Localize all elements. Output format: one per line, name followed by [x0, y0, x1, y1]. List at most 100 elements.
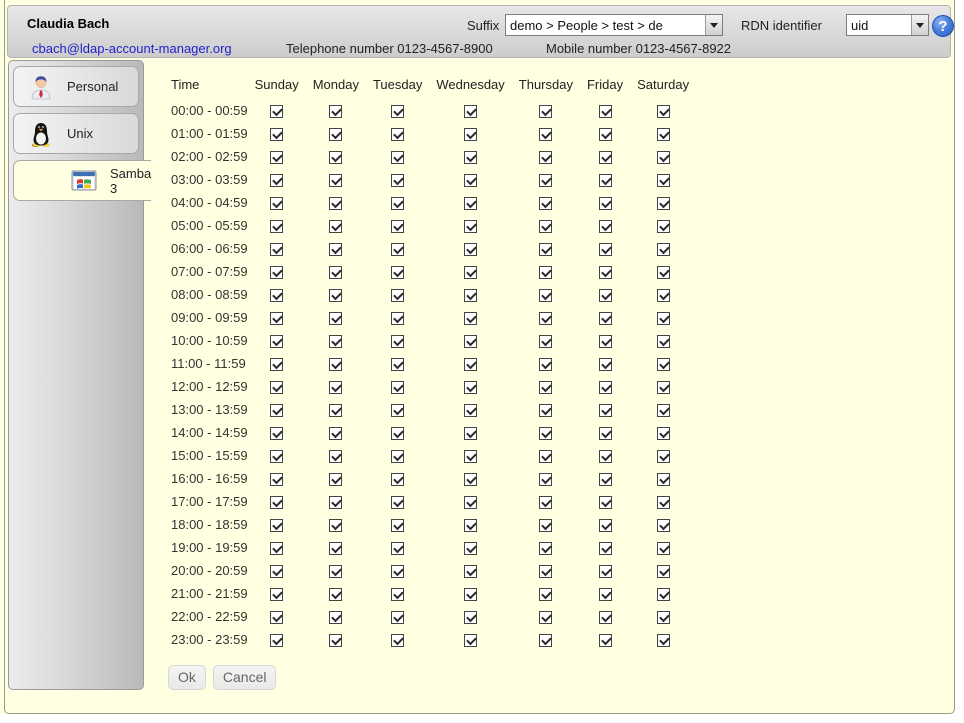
logon-hour-checkbox[interactable] — [657, 565, 670, 578]
logon-hour-checkbox[interactable] — [539, 634, 552, 647]
logon-hour-checkbox[interactable] — [270, 266, 283, 279]
logon-hour-checkbox[interactable] — [329, 243, 342, 256]
logon-hour-checkbox[interactable] — [464, 381, 477, 394]
logon-hour-checkbox[interactable] — [657, 358, 670, 371]
logon-hour-checkbox[interactable] — [391, 266, 404, 279]
logon-hour-checkbox[interactable] — [329, 197, 342, 210]
logon-hour-checkbox[interactable] — [657, 542, 670, 555]
logon-hour-checkbox[interactable] — [599, 335, 612, 348]
logon-hour-checkbox[interactable] — [270, 312, 283, 325]
logon-hour-checkbox[interactable] — [539, 105, 552, 118]
logon-hour-checkbox[interactable] — [539, 496, 552, 509]
logon-hour-checkbox[interactable] — [657, 312, 670, 325]
logon-hour-checkbox[interactable] — [464, 542, 477, 555]
logon-hour-checkbox[interactable] — [539, 220, 552, 233]
logon-hour-checkbox[interactable] — [329, 450, 342, 463]
logon-hour-checkbox[interactable] — [270, 243, 283, 256]
logon-hour-checkbox[interactable] — [391, 519, 404, 532]
logon-hour-checkbox[interactable] — [657, 220, 670, 233]
logon-hour-checkbox[interactable] — [539, 565, 552, 578]
logon-hour-checkbox[interactable] — [599, 427, 612, 440]
logon-hour-checkbox[interactable] — [464, 588, 477, 601]
logon-hour-checkbox[interactable] — [657, 289, 670, 302]
logon-hour-checkbox[interactable] — [391, 197, 404, 210]
logon-hour-checkbox[interactable] — [599, 151, 612, 164]
logon-hour-checkbox[interactable] — [539, 128, 552, 141]
tab-personal[interactable]: Personal — [13, 66, 139, 107]
logon-hour-checkbox[interactable] — [270, 381, 283, 394]
logon-hour-checkbox[interactable] — [657, 427, 670, 440]
logon-hour-checkbox[interactable] — [657, 588, 670, 601]
logon-hour-checkbox[interactable] — [270, 588, 283, 601]
logon-hour-checkbox[interactable] — [657, 266, 670, 279]
logon-hour-checkbox[interactable] — [329, 611, 342, 624]
logon-hour-checkbox[interactable] — [539, 450, 552, 463]
suffix-select[interactable]: demo > People > test > de — [505, 14, 723, 36]
logon-hour-checkbox[interactable] — [391, 358, 404, 371]
rdn-identifier-select[interactable]: uid — [846, 14, 929, 36]
logon-hour-checkbox[interactable] — [270, 174, 283, 187]
logon-hour-checkbox[interactable] — [464, 243, 477, 256]
logon-hour-checkbox[interactable] — [599, 542, 612, 555]
logon-hour-checkbox[interactable] — [391, 243, 404, 256]
logon-hour-checkbox[interactable] — [329, 335, 342, 348]
logon-hour-checkbox[interactable] — [539, 197, 552, 210]
logon-hour-checkbox[interactable] — [599, 312, 612, 325]
logon-hour-checkbox[interactable] — [464, 151, 477, 164]
suffix-select-dropdown-button[interactable] — [705, 15, 722, 35]
logon-hour-checkbox[interactable] — [329, 565, 342, 578]
logon-hour-checkbox[interactable] — [657, 634, 670, 647]
logon-hour-checkbox[interactable] — [391, 496, 404, 509]
logon-hour-checkbox[interactable] — [464, 404, 477, 417]
logon-hour-checkbox[interactable] — [539, 611, 552, 624]
logon-hour-checkbox[interactable] — [539, 542, 552, 555]
logon-hour-checkbox[interactable] — [464, 611, 477, 624]
logon-hour-checkbox[interactable] — [657, 519, 670, 532]
logon-hour-checkbox[interactable] — [599, 611, 612, 624]
horizontal-scrollbar[interactable] — [0, 714, 964, 723]
logon-hour-checkbox[interactable] — [391, 634, 404, 647]
rdn-select-dropdown-button[interactable] — [911, 15, 928, 35]
logon-hour-checkbox[interactable] — [329, 634, 342, 647]
logon-hour-checkbox[interactable] — [599, 128, 612, 141]
logon-hour-checkbox[interactable] — [270, 128, 283, 141]
logon-hour-checkbox[interactable] — [657, 105, 670, 118]
logon-hour-checkbox[interactable] — [599, 588, 612, 601]
logon-hour-checkbox[interactable] — [599, 266, 612, 279]
logon-hour-checkbox[interactable] — [657, 335, 670, 348]
logon-hour-checkbox[interactable] — [657, 128, 670, 141]
logon-hour-checkbox[interactable] — [539, 151, 552, 164]
logon-hour-checkbox[interactable] — [329, 266, 342, 279]
logon-hour-checkbox[interactable] — [464, 519, 477, 532]
logon-hour-checkbox[interactable] — [539, 519, 552, 532]
logon-hour-checkbox[interactable] — [539, 473, 552, 486]
logon-hour-checkbox[interactable] — [329, 404, 342, 417]
logon-hour-checkbox[interactable] — [464, 358, 477, 371]
logon-hour-checkbox[interactable] — [464, 312, 477, 325]
logon-hour-checkbox[interactable] — [599, 358, 612, 371]
tab-samba3[interactable]: Samba 3 — [13, 160, 151, 201]
logon-hour-checkbox[interactable] — [329, 358, 342, 371]
logon-hour-checkbox[interactable] — [599, 473, 612, 486]
logon-hour-checkbox[interactable] — [657, 496, 670, 509]
logon-hour-checkbox[interactable] — [329, 151, 342, 164]
logon-hour-checkbox[interactable] — [599, 381, 612, 394]
logon-hour-checkbox[interactable] — [599, 519, 612, 532]
logon-hour-checkbox[interactable] — [391, 174, 404, 187]
logon-hour-checkbox[interactable] — [391, 381, 404, 394]
logon-hour-checkbox[interactable] — [270, 611, 283, 624]
logon-hour-checkbox[interactable] — [539, 588, 552, 601]
logon-hour-checkbox[interactable] — [391, 335, 404, 348]
logon-hour-checkbox[interactable] — [464, 289, 477, 302]
logon-hour-checkbox[interactable] — [391, 588, 404, 601]
logon-hour-checkbox[interactable] — [391, 312, 404, 325]
vertical-scrollbar[interactable] — [955, 0, 964, 723]
logon-hour-checkbox[interactable] — [539, 174, 552, 187]
logon-hour-checkbox[interactable] — [599, 634, 612, 647]
logon-hour-checkbox[interactable] — [270, 473, 283, 486]
logon-hour-checkbox[interactable] — [539, 243, 552, 256]
logon-hour-checkbox[interactable] — [391, 473, 404, 486]
logon-hour-checkbox[interactable] — [464, 496, 477, 509]
logon-hour-checkbox[interactable] — [391, 565, 404, 578]
logon-hour-checkbox[interactable] — [539, 335, 552, 348]
